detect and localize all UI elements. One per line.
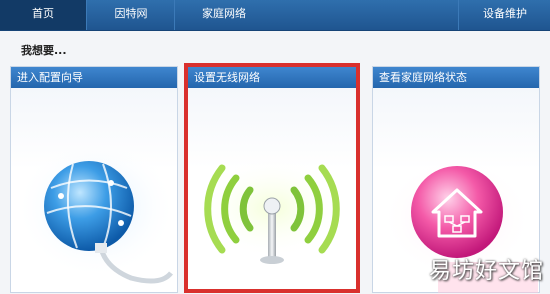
card-setup-wizard[interactable]: 进入配置向导 — [10, 66, 178, 293]
nav-home-network[interactable]: 家庭网络 — [174, 0, 273, 30]
card-body — [188, 88, 356, 289]
top-navigation: 首页 因特网 家庭网络 设备维护 — [0, 0, 550, 31]
card-title: 设置无线网络 — [188, 67, 356, 88]
page-subtitle: 我想要... — [21, 44, 67, 57]
card-title: 查看家庭网络状态 — [373, 67, 539, 88]
card-title: 进入配置向导 — [11, 67, 177, 88]
watermark-text: 易坊好文馆 — [428, 259, 544, 284]
nav-internet[interactable]: 因特网 — [86, 0, 175, 30]
wireless-antenna-icon — [197, 158, 347, 264]
nav-device-maintenance[interactable]: 设备维护 — [458, 0, 550, 30]
card-wireless-settings[interactable]: 设置无线网络 — [184, 63, 360, 293]
globe-plug-icon — [16, 138, 176, 284]
nav-home[interactable]: 首页 — [0, 0, 86, 30]
card-body — [11, 88, 177, 292]
